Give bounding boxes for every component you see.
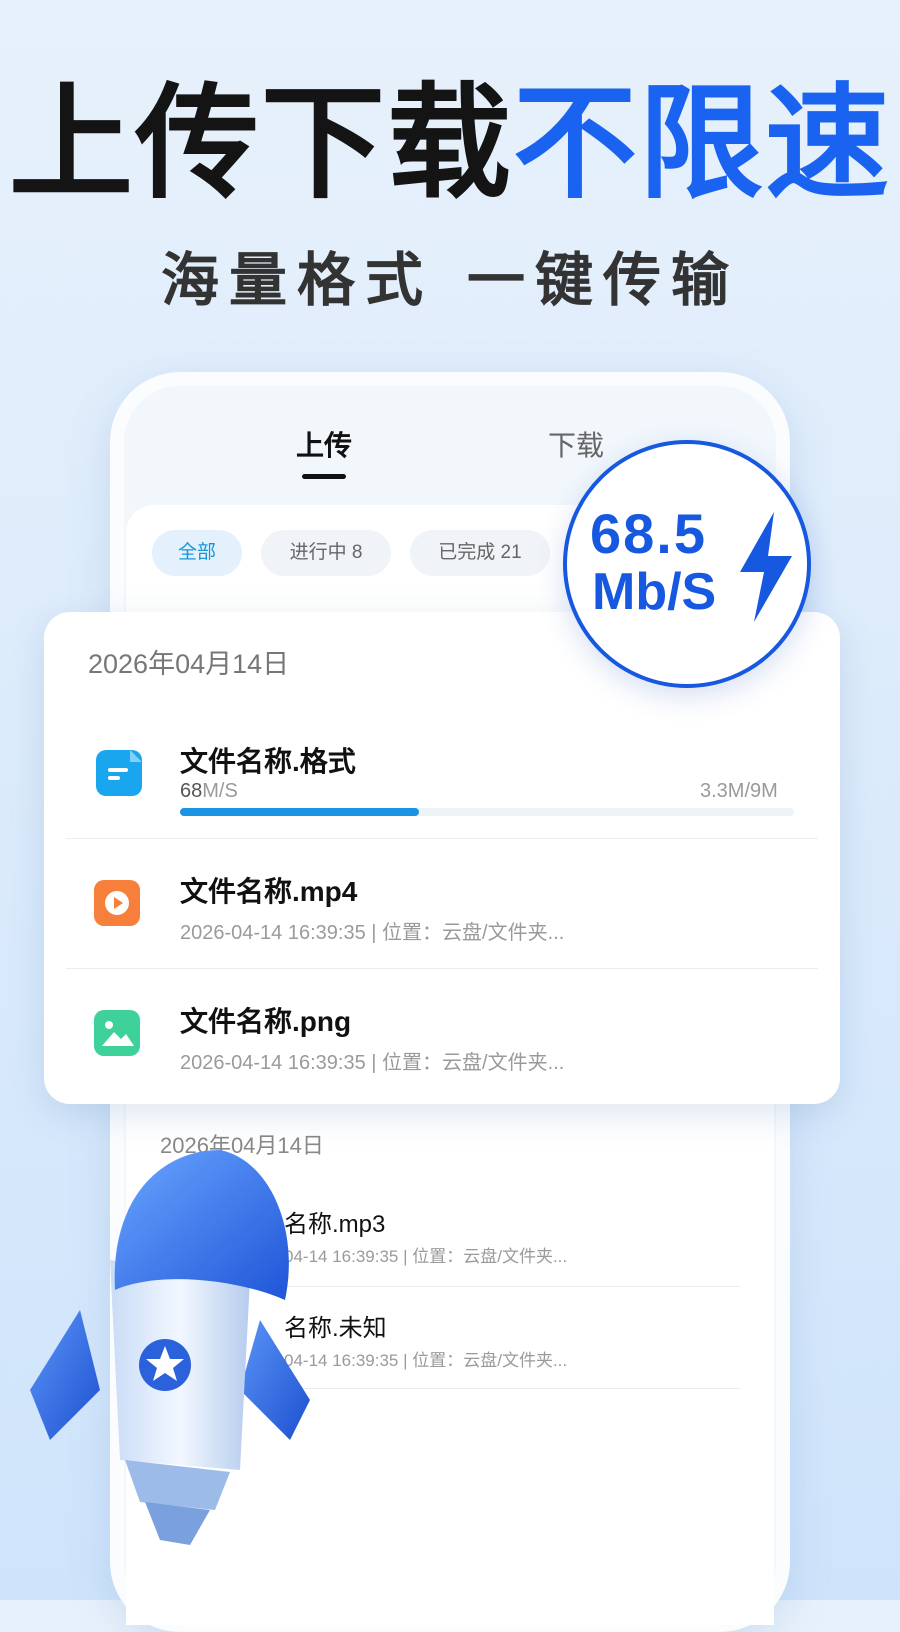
subtitle-part2: 一键传输	[467, 248, 740, 313]
divider	[66, 838, 818, 839]
tab-download[interactable]: 下载	[548, 432, 604, 460]
transfer-card	[44, 612, 840, 1104]
filter-chip-in-progress[interactable]: 进行中 8	[261, 530, 391, 576]
file-name[interactable]: 文件名称.mp4	[180, 870, 357, 910]
transfer-speed: 68M/S	[180, 780, 238, 802]
image-icon	[94, 1010, 140, 1056]
headline-part2: 不限速	[513, 75, 892, 213]
video-play-icon	[94, 880, 140, 926]
file-name[interactable]: 文件名称.png	[180, 1000, 351, 1040]
headline: 上传下载不限速	[0, 82, 900, 206]
rocket-icon	[30, 1150, 310, 1545]
lightning-icon	[740, 512, 792, 622]
tab-upload[interactable]: 上传	[296, 432, 352, 460]
divider	[66, 968, 818, 969]
progress-bar	[180, 808, 794, 816]
file-name[interactable]: 文件名称.格式	[180, 740, 356, 780]
filter-chip-completed[interactable]: 已完成 21	[410, 530, 550, 576]
lower-file-meta: 04-14 16:39:35 | 位置：云盘/文件夹...	[284, 1247, 568, 1266]
speed-value: 68.5	[590, 502, 707, 565]
lower-file-meta: 04-14 16:39:35 | 位置：云盘/文件夹...	[284, 1351, 568, 1370]
file-meta: 2026-04-14 16:39:35 | 位置：云盘/文件夹...	[180, 1052, 565, 1074]
subtitle-part1: 海量格式	[160, 248, 433, 313]
headline-part1: 上传下载	[8, 75, 513, 213]
filter-chip-all[interactable]: 全部	[152, 530, 242, 576]
subtitle: 海量格式 一键传输	[0, 252, 900, 310]
transfer-size: 3.3M/9M	[700, 780, 778, 802]
progress-fill	[180, 808, 420, 816]
card-date: 2026年04月14日	[88, 649, 290, 679]
speed-unit: Mb/S	[592, 563, 717, 621]
tab-active-indicator	[302, 474, 346, 479]
file-meta: 2026-04-14 16:39:35 | 位置：云盘/文件夹...	[180, 922, 565, 944]
document-icon	[96, 750, 142, 796]
